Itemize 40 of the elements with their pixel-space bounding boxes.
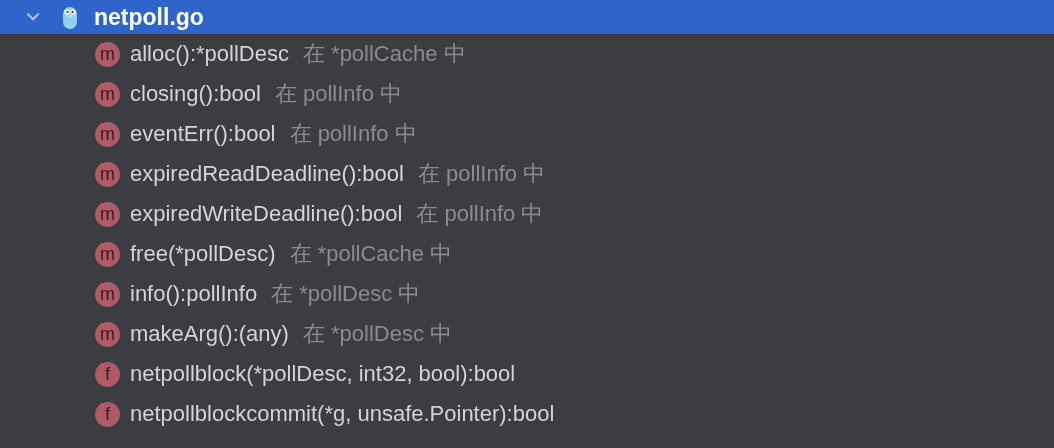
file-name: netpoll.go (94, 3, 204, 31)
structure-item[interactable]: m expiredWriteDeadline():bool 在 pollInfo 中 (0, 194, 1054, 234)
member-location: 在 pollInfo 中 (416, 200, 544, 228)
member-signature: closing():bool (130, 81, 261, 107)
member-location: 在 *pollDesc 中 (302, 320, 453, 348)
structure-item[interactable]: f netpollblock(*pollDesc, int32, bool):bool (0, 354, 1054, 394)
member-signature: netpollblockcommit(*g, unsafe.Pointer):bool (130, 401, 555, 427)
member-badge: m (95, 281, 120, 307)
member-badge: m (95, 121, 120, 147)
member-signature: info():pollInfo (130, 281, 258, 307)
member-badge: m (95, 321, 120, 347)
member-location: 在 pollInfo 中 (274, 80, 402, 108)
member-signature: expiredWriteDeadline():bool (130, 201, 403, 227)
member-location: 在 *pollCache 中 (302, 40, 466, 68)
file-tree-node[interactable]: netpoll.go (0, 0, 1054, 34)
member-signature: eventErr():bool (130, 121, 276, 147)
member-location: 在 *pollDesc 中 (271, 280, 421, 308)
structure-item[interactable]: m alloc():*pollDesc 在 *pollCache 中 (0, 34, 1054, 74)
structure-item[interactable]: m makeArg():(any) 在 *pollDesc 中 (0, 314, 1054, 354)
member-badge: m (95, 161, 120, 187)
member-location: 在 *pollCache 中 (289, 240, 453, 268)
member-badge: m (95, 81, 120, 107)
member-signature: expiredReadDeadline():bool (130, 161, 404, 187)
member-signature: netpollblock(*pollDesc, int32, bool):bool (130, 361, 516, 387)
structure-item[interactable]: m expiredReadDeadline():bool 在 pollInfo 中 (0, 154, 1054, 194)
member-badge: m (95, 201, 120, 227)
member-signature: makeArg():(any) (130, 321, 289, 347)
structure-item[interactable]: m info():pollInfo 在 *pollDesc 中 (0, 274, 1054, 314)
member-signature: free(*pollDesc) (130, 241, 276, 267)
member-signature: alloc():*pollDesc (130, 41, 289, 67)
member-location: 在 pollInfo 中 (417, 160, 546, 188)
member-location: 在 pollInfo 中 (289, 120, 417, 148)
structure-item[interactable]: m eventErr():bool 在 pollInfo 中 (0, 114, 1054, 154)
member-badge: m (95, 41, 120, 67)
member-badge: f (95, 401, 120, 427)
member-badge: f (95, 361, 120, 387)
structure-item[interactable]: m closing():bool 在 pollInfo 中 (0, 74, 1054, 114)
structure-item[interactable]: m free(*pollDesc) 在 *pollCache 中 (0, 234, 1054, 274)
structure-item[interactable]: f netpollblockcommit(*g, unsafe.Pointer):bool (0, 394, 1054, 434)
member-badge: m (95, 241, 120, 267)
